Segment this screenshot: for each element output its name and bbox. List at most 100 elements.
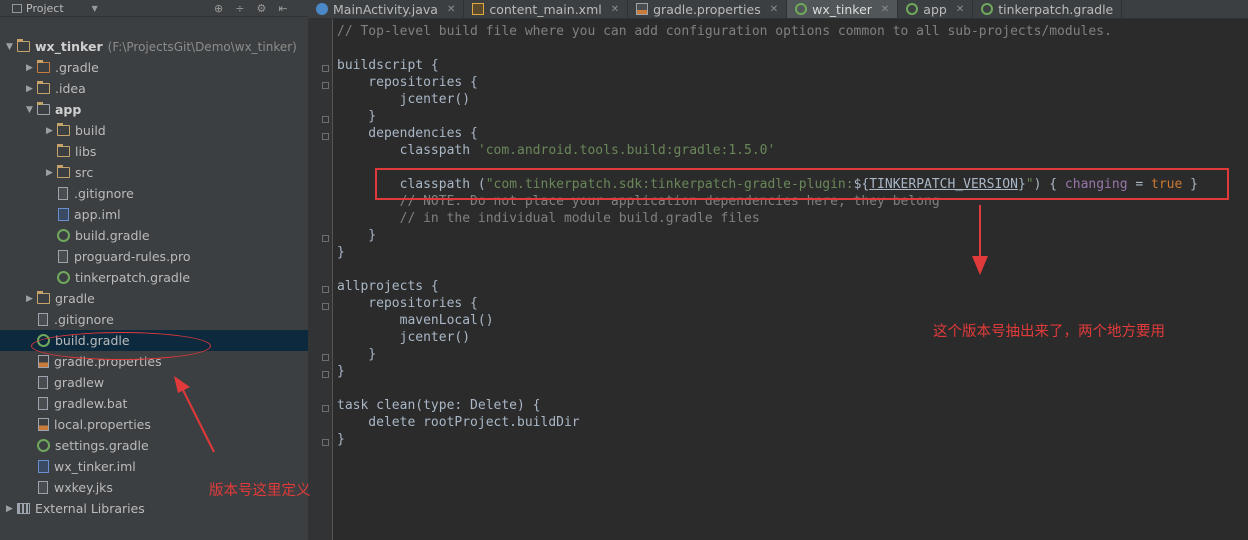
tree-item-external-libraries[interactable]: ▶ External Libraries	[0, 498, 311, 519]
collapsed-arrow-icon[interactable]: ▶	[5, 504, 14, 514]
tab-tinkerpatch-gradle[interactable]: tinkerpatch.gradle	[973, 0, 1123, 18]
gear-icon[interactable]: ⚙	[256, 2, 266, 15]
fold-marker-icon[interactable]	[322, 371, 329, 378]
tree-item-wx-tinker-iml[interactable]: wx_tinker.iml	[0, 456, 340, 477]
chevron-down-icon[interactable]: ▼	[92, 4, 98, 13]
tree-item-root-gitignore[interactable]: .gitignore	[0, 309, 340, 330]
close-icon[interactable]: ✕	[447, 4, 455, 15]
fold-marker-icon[interactable]	[322, 65, 329, 72]
tree-item-wx-tinker[interactable]: ▼ wx_tinker (F:\ProjectsGit\Demo\wx_tink…	[0, 36, 311, 57]
tree-item-tinkerpatch-gradle[interactable]: tinkerpatch.gradle	[0, 267, 360, 288]
code-editor[interactable]: // Top-level build file where you can ad…	[308, 19, 1248, 540]
fold-marker-icon[interactable]	[322, 405, 329, 412]
collapsed-arrow-icon[interactable]: ▶	[45, 126, 54, 136]
folder-icon	[37, 291, 50, 304]
tab-content-main-xml[interactable]: content_main.xml ✕	[464, 0, 629, 18]
fold-marker-icon[interactable]	[322, 116, 329, 123]
tab-label: tinkerpatch.gradle	[998, 1, 1114, 17]
tree-item-app-build-gradle[interactable]: build.gradle	[0, 225, 360, 246]
tree-item-build[interactable]: ▶ build	[0, 120, 351, 141]
tab-gradle-properties[interactable]: gradle.properties ✕	[628, 0, 788, 18]
code-line: repositories {	[337, 75, 478, 90]
tree-item-label: app.iml	[74, 207, 121, 222]
tree-item-label: gradle	[55, 291, 95, 306]
tree-item-label: tinkerpatch.gradle	[75, 270, 191, 285]
folder-icon	[57, 123, 70, 136]
tree-item-gradle-dir[interactable]: ▶ .gradle	[0, 57, 331, 78]
close-icon[interactable]: ✕	[956, 4, 964, 15]
collapsed-arrow-icon[interactable]: ▶	[25, 294, 34, 304]
project-path: (F:\ProjectsGit\Demo\wx_tinker)	[107, 39, 297, 54]
tree-item-label: .gitignore	[74, 186, 134, 201]
gradle-icon	[57, 229, 70, 242]
code-line: }	[337, 228, 377, 243]
fold-marker-icon[interactable]	[322, 133, 329, 140]
tree-item-libs[interactable]: libs	[0, 141, 360, 162]
fold-marker-icon[interactable]	[322, 354, 329, 361]
fold-marker-icon[interactable]	[322, 235, 329, 242]
tree-item-label: settings.gradle	[55, 438, 149, 453]
editor-gutter	[308, 19, 333, 540]
fold-marker-icon[interactable]	[322, 303, 329, 310]
text-file-icon	[58, 250, 68, 263]
project-tool-window: Project ▼ ⊕ ÷ ⚙ ⇤ ▼ wx_tinker (F:\Projec…	[0, 0, 340, 540]
fold-marker-icon[interactable]	[322, 439, 329, 446]
code-line: classpath 'com.android.tools.build:gradl…	[337, 143, 776, 158]
tree-item-label: .gradle	[55, 60, 99, 75]
code-line: task clean(type: Delete) {	[337, 398, 541, 413]
text-file-icon	[38, 481, 48, 494]
collapse-all-icon[interactable]: ÷	[235, 2, 244, 15]
tree-item-app[interactable]: ▼ app	[0, 99, 331, 120]
tree-item-label: build	[75, 123, 106, 138]
collapsed-arrow-icon[interactable]: ▶	[45, 168, 54, 178]
editor-tab-bar: MainActivity.java ✕ content_main.xml ✕ g…	[308, 0, 1248, 19]
module-folder-icon	[37, 102, 50, 115]
close-icon[interactable]: ✕	[881, 4, 889, 15]
folder-icon	[57, 144, 70, 157]
close-icon[interactable]: ✕	[770, 4, 778, 15]
code-line: }	[337, 364, 345, 379]
tab-wx-tinker[interactable]: wx_tinker ✕	[787, 0, 899, 18]
tab-app[interactable]: app ✕	[898, 0, 974, 18]
highlight-box	[375, 168, 1229, 200]
tree-item-label: local.properties	[54, 417, 151, 432]
code-line: }	[337, 347, 377, 362]
tree-item-local-properties[interactable]: local.properties	[0, 414, 340, 435]
tree-item-label: wx_tinker	[35, 39, 103, 54]
expanded-arrow-icon[interactable]: ▼	[25, 105, 34, 115]
folder-icon	[17, 39, 30, 52]
tab-main-activity[interactable]: MainActivity.java ✕	[308, 0, 465, 18]
code-line: buildscript {	[337, 58, 439, 73]
fold-marker-icon[interactable]	[322, 82, 329, 89]
tab-label: content_main.xml	[489, 1, 602, 17]
code-line: dependencies {	[337, 126, 478, 141]
text-file-icon	[38, 313, 48, 326]
gradle-icon	[37, 439, 50, 452]
gradle-icon	[906, 3, 919, 15]
tree-item-gradlew[interactable]: gradlew	[0, 372, 340, 393]
tree-item-label: .idea	[55, 81, 86, 96]
tree-item-proguard[interactable]: proguard-rules.pro	[0, 246, 360, 267]
tree-item-app-gitignore[interactable]: .gitignore	[0, 183, 360, 204]
tree-item-app-iml[interactable]: app.iml	[0, 204, 360, 225]
properties-file-icon	[636, 3, 649, 15]
collapsed-arrow-icon[interactable]: ▶	[25, 84, 34, 94]
annotation-editor-note: 这个版本号抽出来了，两个地方要用	[933, 324, 1165, 340]
fold-marker-icon[interactable]	[322, 286, 329, 293]
tree-item-settings-gradle[interactable]: settings.gradle	[0, 435, 340, 456]
library-icon	[17, 503, 30, 514]
hide-panel-icon[interactable]: ⇤	[278, 2, 287, 15]
folder-icon	[37, 60, 50, 73]
project-view-selector[interactable]: Project ▼	[0, 2, 212, 15]
tree-item-gradle-folder[interactable]: ▶ gradle	[0, 288, 331, 309]
collapsed-arrow-icon[interactable]: ▶	[25, 63, 34, 73]
locate-icon[interactable]: ⊕	[214, 2, 223, 15]
tree-item-gradlew-bat[interactable]: gradlew.bat	[0, 393, 340, 414]
tree-item-idea-dir[interactable]: ▶ .idea	[0, 78, 331, 99]
code-line: allprojects {	[337, 279, 439, 294]
expanded-arrow-icon[interactable]: ▼	[5, 42, 14, 52]
tree-item-src[interactable]: ▶ src	[0, 162, 351, 183]
tree-item-label: wx_tinker.iml	[54, 459, 136, 474]
close-icon[interactable]: ✕	[611, 4, 619, 15]
code-line: mavenLocal()	[337, 313, 494, 328]
